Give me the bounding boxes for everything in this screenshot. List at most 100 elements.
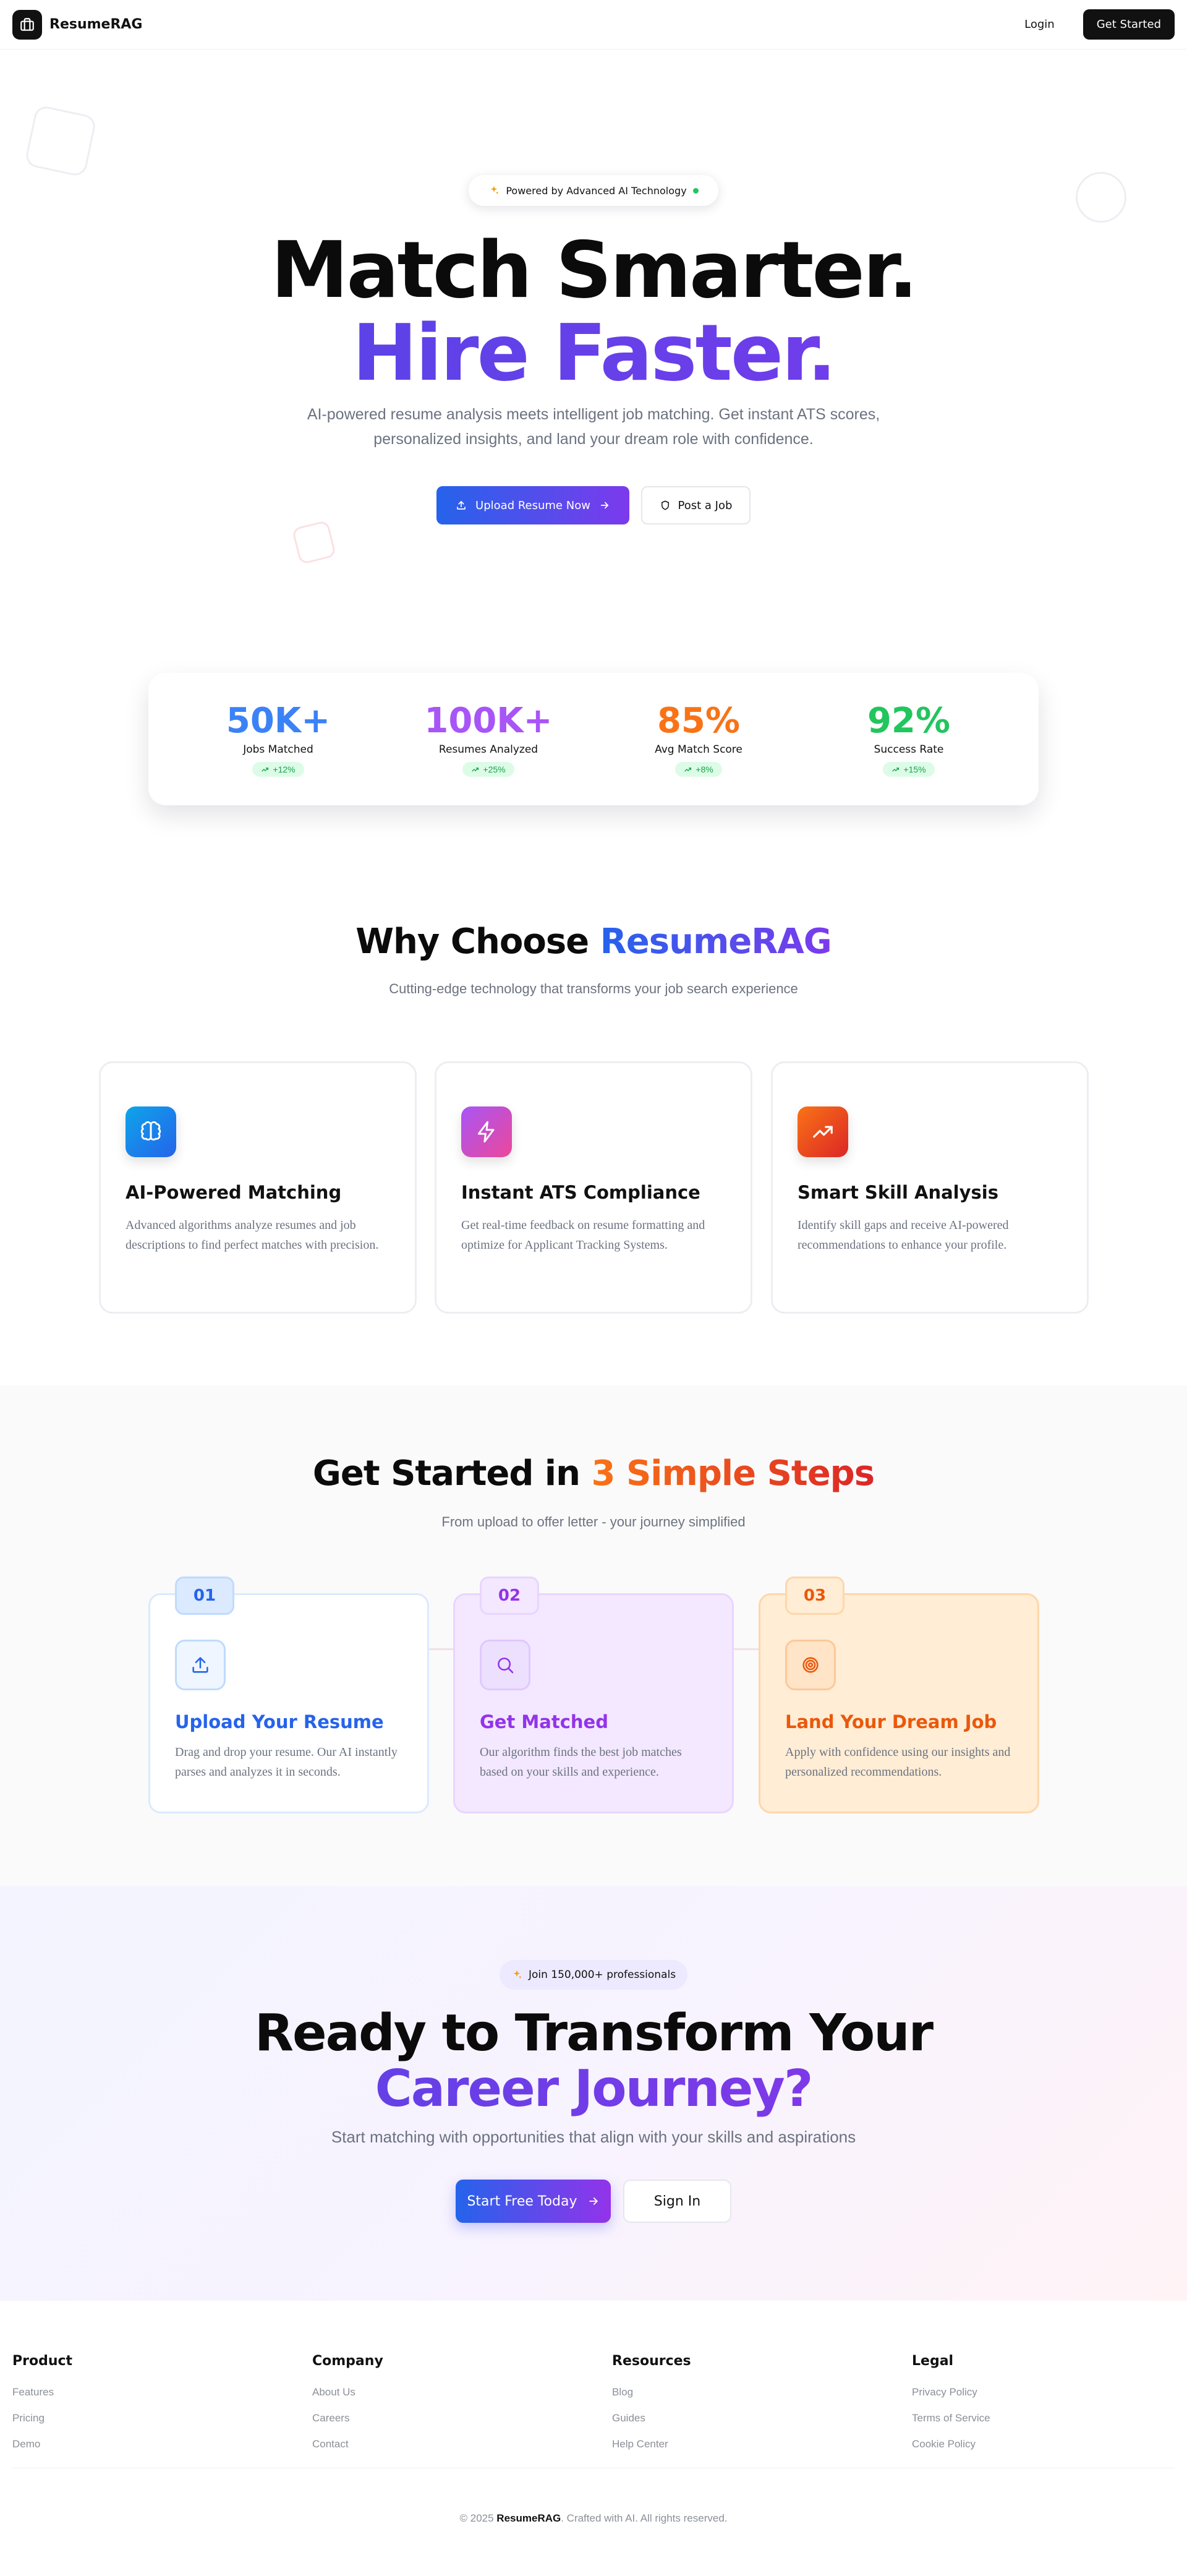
footer-link[interactable]: Help Center xyxy=(612,2438,847,2450)
upload-icon xyxy=(456,500,467,511)
stat-label: Jobs Matched xyxy=(243,743,313,756)
stat-item: 50K+ Jobs Matched +12% xyxy=(185,701,371,777)
footer-link[interactable]: Features xyxy=(12,2386,247,2398)
stat-change: +15% xyxy=(903,764,926,774)
step-title: Upload Your Resume xyxy=(175,1711,384,1732)
step-connector xyxy=(733,1648,759,1650)
login-button[interactable]: Login xyxy=(1008,9,1071,40)
feature-card: Instant ATS Compliance Get real-time fee… xyxy=(435,1061,752,1314)
brand-name: ResumeRAG xyxy=(49,17,143,32)
top-nav: ResumeRAG Login Get Started xyxy=(0,0,1187,49)
post-job-button[interactable]: Post a Job xyxy=(641,486,751,524)
step-card: 02 Get Matched Our algorithm finds the b… xyxy=(453,1577,734,1813)
step-number: 03 xyxy=(785,1577,845,1615)
search-icon xyxy=(480,1640,530,1690)
stat-item: 92% Success Rate +15% xyxy=(816,701,1002,777)
step-desc: Drag and drop your resume. Our AI instan… xyxy=(175,1745,398,1779)
sign-in-button[interactable]: Sign In xyxy=(623,2180,731,2223)
stat-change: +25% xyxy=(483,764,506,774)
stat-item: 85% Avg Match Score +8% xyxy=(606,701,791,777)
footer-column: Resources Blog Guides Help Center xyxy=(612,2353,847,2450)
steps-title-prefix: Get Started in xyxy=(312,1453,581,1494)
decorative-square xyxy=(23,104,98,178)
copyright: © 2025 ResumeRAG. Crafted with AI. All r… xyxy=(0,2512,1187,2525)
footer-link[interactable]: Terms of Service xyxy=(912,2412,1147,2424)
hero-title-line1: Match Smarter. xyxy=(271,225,918,315)
stat-value: 92% xyxy=(867,701,951,741)
brand[interactable]: ResumeRAG xyxy=(12,9,143,40)
join-badge-text: Join 150,000+ professionals xyxy=(528,1969,676,1981)
footer-link[interactable]: Demo xyxy=(12,2438,247,2450)
stat-change: +12% xyxy=(273,764,296,774)
status-dot xyxy=(692,187,699,194)
trending-up-icon xyxy=(471,766,479,774)
footer-link[interactable]: Careers xyxy=(312,2412,547,2424)
sparkles-icon xyxy=(488,185,500,196)
footer-heading: Company xyxy=(312,2353,383,2369)
hero-title-line2: Hire Faster. xyxy=(0,312,1187,395)
cta-title-line2: Career Journey? xyxy=(0,2060,1187,2119)
feature-desc: Get real-time feedback on resume formatt… xyxy=(461,1218,705,1252)
why-title-prefix: Why Choose xyxy=(355,922,589,962)
stat-value: 100K+ xyxy=(424,701,553,741)
arrow-right-icon xyxy=(599,500,610,511)
footer-link[interactable]: Blog xyxy=(612,2386,847,2398)
get-started-button[interactable]: Get Started xyxy=(1083,9,1175,40)
trending-up-icon xyxy=(261,766,269,774)
feature-card: AI-Powered Matching Advanced algorithms … xyxy=(99,1061,417,1314)
footer-link[interactable]: Privacy Policy xyxy=(912,2386,1147,2398)
steps-title-highlight: 3 Simple Steps xyxy=(591,1453,875,1494)
stat-label: Resumes Analyzed xyxy=(438,743,538,756)
upload-icon xyxy=(175,1640,226,1690)
feature-title: Instant ATS Compliance xyxy=(461,1182,700,1203)
footer-link[interactable]: Contact xyxy=(312,2438,547,2450)
step-desc: Our algorithm finds the best job matches… xyxy=(480,1745,682,1779)
why-subtitle: Cutting-edge technology that transforms … xyxy=(389,981,798,996)
stats-card: 50K+ Jobs Matched +12% 100K+ Resumes Ana… xyxy=(148,673,1039,805)
cta-subtitle: Start matching with opportunities that a… xyxy=(331,2128,856,2146)
footer-link[interactable]: Pricing xyxy=(12,2412,247,2424)
join-badge: Join 150,000+ professionals xyxy=(500,1960,687,1990)
step-title: Land Your Dream Job xyxy=(785,1711,997,1732)
badge-text: Powered by Advanced AI Technology xyxy=(506,184,687,197)
stat-value: 85% xyxy=(657,701,741,741)
stat-label: Success Rate xyxy=(874,743,944,756)
feature-title: AI-Powered Matching xyxy=(126,1182,342,1203)
start-free-label: Start Free Today xyxy=(467,2193,577,2209)
cta-title-line1: Ready to Transform Your xyxy=(254,2004,934,2063)
footer-link[interactable]: Cookie Policy xyxy=(912,2438,1147,2450)
stat-change: +8% xyxy=(696,764,713,774)
steps-subtitle: From upload to offer letter - your journ… xyxy=(441,1514,746,1530)
step-title: Get Matched xyxy=(480,1711,608,1732)
stat-value: 50K+ xyxy=(226,701,331,741)
footer-column: Legal Privacy Policy Terms of Service Co… xyxy=(912,2353,1147,2450)
footer-link[interactable]: Guides xyxy=(612,2412,847,2424)
step-number: 02 xyxy=(480,1577,539,1615)
why-title-highlight: ResumeRAG xyxy=(600,922,832,962)
upload-resume-label: Upload Resume Now xyxy=(475,499,590,512)
trending-up-icon xyxy=(891,766,900,774)
stat-change-badge: +12% xyxy=(252,762,304,777)
lightning-icon xyxy=(461,1106,512,1157)
arrow-right-icon xyxy=(587,2195,600,2207)
footer-link[interactable]: About Us xyxy=(312,2386,547,2398)
trending-up-icon xyxy=(684,766,692,774)
stat-item: 100K+ Resumes Analyzed +25% xyxy=(396,701,581,777)
upload-resume-button[interactable]: Upload Resume Now xyxy=(436,486,629,524)
footer-heading: Product xyxy=(12,2353,73,2369)
trending-up-icon xyxy=(798,1106,848,1157)
footer-heading: Resources xyxy=(612,2353,691,2369)
shield-icon xyxy=(660,500,671,511)
brain-icon xyxy=(126,1106,176,1157)
start-free-button[interactable]: Start Free Today xyxy=(456,2180,611,2223)
step-connector xyxy=(429,1648,454,1650)
decorative-square xyxy=(291,520,337,565)
footer-column: Company About Us Careers Contact xyxy=(312,2353,547,2450)
feature-desc: Advanced algorithms analyze resumes and … xyxy=(126,1218,379,1252)
step-card: 01 Upload Your Resume Drag and drop your… xyxy=(148,1577,429,1813)
feature-title: Smart Skill Analysis xyxy=(798,1182,998,1203)
why-title: Why Choose ResumeRAG xyxy=(0,922,1187,962)
stat-change-badge: +15% xyxy=(883,762,935,777)
briefcase-icon xyxy=(12,9,42,40)
feature-card: Smart Skill Analysis Identify skill gaps… xyxy=(771,1061,1089,1314)
